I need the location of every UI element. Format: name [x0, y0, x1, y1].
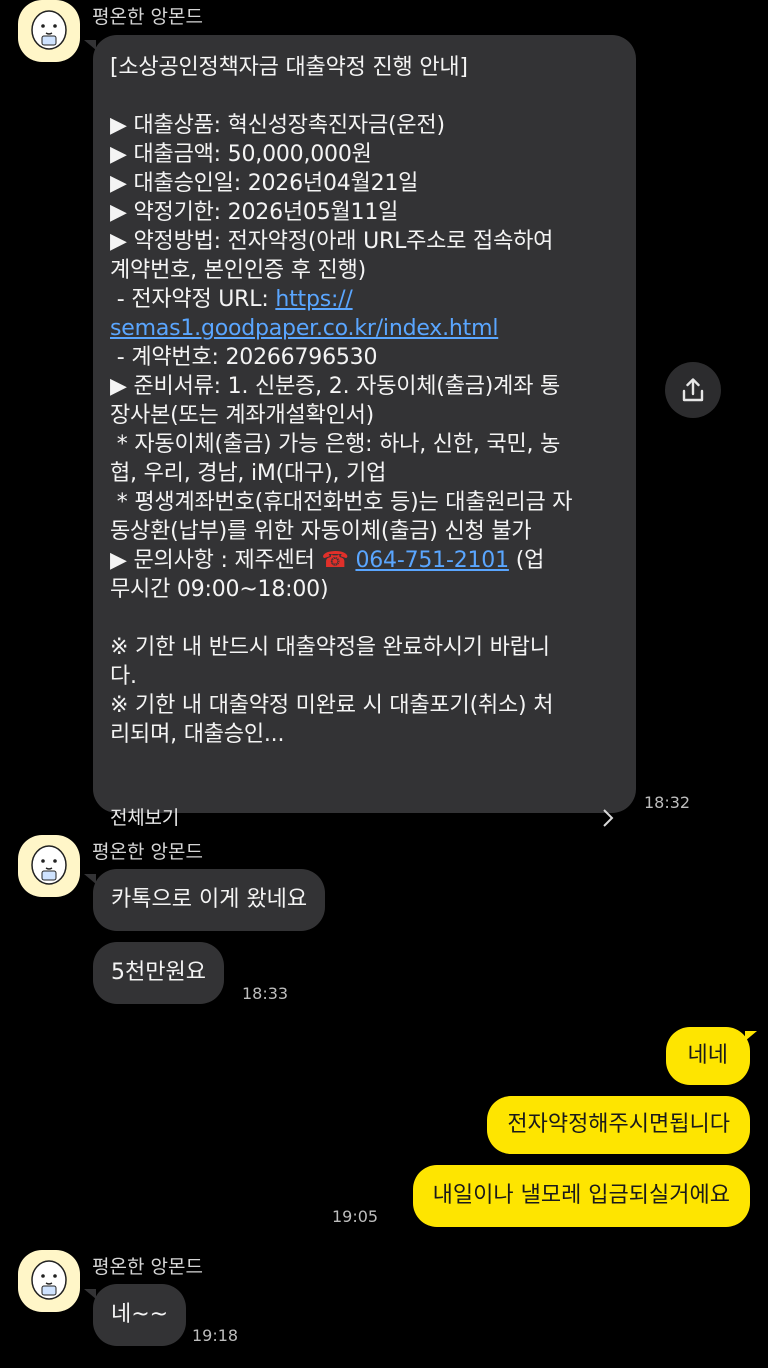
url-link[interactable]: https://	[275, 287, 352, 312]
share-button[interactable]	[665, 362, 721, 418]
incoming-message[interactable]: 카톡으로 이게 왔네요	[93, 869, 326, 931]
almond-avatar-icon	[31, 10, 67, 50]
incoming-message[interactable]: 네~~	[93, 1284, 187, 1346]
avatar[interactable]	[18, 0, 80, 62]
card-line: * 평생계좌번호(휴대전화번호 등)는 대출원리금 자	[110, 490, 573, 515]
card-line: * 자동이체(출금) 가능 은행: 하나, 신한, 국민, 농	[110, 432, 561, 457]
see-all-button[interactable]: 전체보기	[110, 803, 620, 833]
contact-line: ▶ 문의사항 : 제주센터 ☎ 064-751-2101 (업	[110, 546, 620, 575]
card-line: 동상환(납부)를 위한 자동이체(출금) 신청 불가	[110, 519, 532, 544]
card-line: ▶ 대출금액: 50,000,000원	[110, 142, 372, 167]
card-line: 다.	[110, 664, 137, 689]
contact-prefix: ▶ 문의사항 : 제주센터	[110, 548, 322, 573]
card-line: ▶ 약정방법: 전자약정(아래 URL주소로 접속하여	[110, 229, 554, 254]
outgoing-message[interactable]: 내일이나 낼모레 입금되실거에요	[412, 1165, 750, 1227]
see-all-label: 전체보기	[110, 807, 180, 829]
card-line: 리되며, 대출승인...	[110, 722, 285, 747]
incoming-message[interactable]: 5천만원요	[93, 942, 224, 1004]
card-line: ▶ 준비서류: 1. 신분증, 2. 자동이체(출금)계좌 통	[110, 374, 561, 399]
url-link-cont[interactable]: semas1.goodpaper.co.kr/index.html	[110, 316, 498, 341]
almond-avatar-icon	[31, 845, 67, 885]
url-line: - 전자약정 URL: https://	[110, 285, 620, 314]
card-line: 장사본(또는 계좌개설확인서)	[110, 403, 375, 428]
share-icon	[682, 378, 704, 402]
url-line-2: semas1.goodpaper.co.kr/index.html	[110, 314, 620, 343]
card-line: 협, 우리, 경남, iM(대구), 기업	[110, 461, 387, 486]
card-line: ▶ 대출승인일: 2026년04월21일	[110, 171, 419, 196]
card-line: ▶ 대출상품: 혁신성장촉진자금(운전)	[110, 113, 445, 138]
message-time: 18:32	[644, 793, 691, 812]
sender-name: 평온한 앙몬드	[92, 6, 203, 28]
bubble-tail	[84, 1289, 96, 1299]
card-line: ​	[110, 82, 620, 111]
outgoing-message[interactable]: 네네	[665, 1027, 750, 1085]
bubble-tail	[745, 1031, 757, 1041]
telephone-icon: ☎	[321, 548, 349, 573]
sender-name: 평온한 앙몬드	[92, 841, 203, 863]
bubble-tail	[84, 40, 96, 50]
card-line: ​	[110, 604, 620, 633]
avatar[interactable]	[18, 1250, 80, 1312]
outgoing-message[interactable]: 전자약정해주시면됩니다	[487, 1096, 750, 1154]
avatar[interactable]	[18, 835, 80, 897]
url-label: - 전자약정 URL:	[110, 287, 276, 312]
chevron-right-icon	[600, 803, 616, 840]
card-line: - 계약번호: 20266796530	[110, 345, 378, 370]
almond-avatar-icon	[31, 1260, 67, 1300]
phone-link[interactable]: 064-751-2101	[355, 548, 509, 573]
message-time: 19:18	[192, 1326, 239, 1345]
card-line: [소상공인정책자금 대출약정 진행 안내]	[110, 55, 468, 80]
bubble-tail	[84, 874, 96, 884]
card-line: ※ 기한 내 반드시 대출약정을 완료하시기 바랍니	[110, 635, 550, 660]
card-line: ※ 기한 내 대출약정 미완료 시 대출포기(취소) 처	[110, 693, 554, 718]
message-time: 18:33	[242, 984, 289, 1003]
contact-suffix: (업	[508, 548, 545, 573]
loan-notice-card[interactable]: [소상공인정책자금 대출약정 진행 안내] ​ ▶ 대출상품: 혁신성장촉진자금…	[93, 35, 636, 829]
card-line: 무시간 09:00~18:00)	[110, 577, 329, 602]
card-line: ▶ 약정기한: 2026년05월11일	[110, 200, 399, 225]
message-time: 19:05	[332, 1207, 379, 1226]
sender-name: 평온한 앙몬드	[92, 1256, 203, 1278]
card-line: 계약번호, 본인인증 후 진행)	[110, 258, 366, 283]
